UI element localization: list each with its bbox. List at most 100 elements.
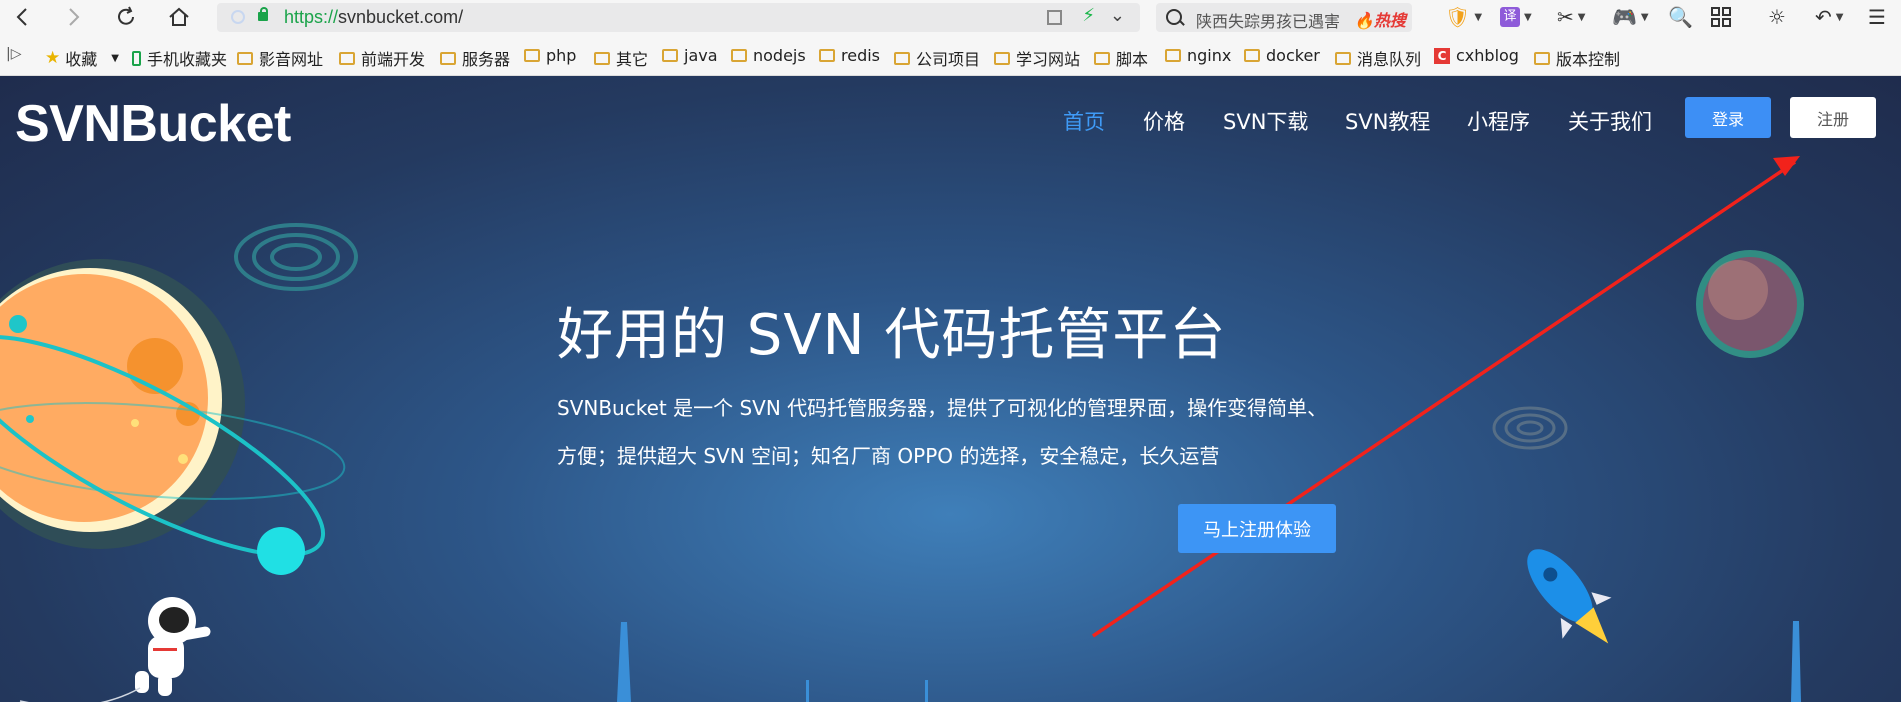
bookmark-folder[interactable]: 学习网站 xyxy=(994,46,1080,70)
folder-icon xyxy=(731,49,747,62)
bookmark-folder[interactable]: docker xyxy=(1244,46,1320,65)
search-icon xyxy=(1166,9,1182,25)
signup-cta-button[interactable]: 马上注册体验 xyxy=(1178,504,1336,553)
page-viewport: SVNBucket 首页 价格 SVN下载 SVN教程 小程序 关于我们 登录 … xyxy=(0,76,1901,702)
bookmark-label: 手机收藏夹 xyxy=(147,50,228,69)
bookmark-label: 影音网址 xyxy=(259,50,324,69)
address-bar[interactable]: https://svnbucket.com/ ⚡ ⌄ xyxy=(217,3,1140,32)
moon xyxy=(257,527,305,575)
nav-svn-tutorial[interactable]: SVN教程 xyxy=(1345,106,1430,136)
bookmark-cxhblog[interactable]: Ccxhblog xyxy=(1434,46,1519,65)
planet-crater xyxy=(127,338,183,394)
search-box[interactable]: 陕西失踪男孩已遇害 🔥热搜 xyxy=(1156,3,1412,32)
bookmark-folder[interactable]: nginx xyxy=(1165,46,1231,65)
folder-icon xyxy=(1165,49,1181,62)
qr-code-icon[interactable] xyxy=(1047,10,1062,25)
folder-icon xyxy=(1534,51,1550,65)
bookmark-folder[interactable]: php xyxy=(524,46,576,65)
undo-icon[interactable]: ↶ ▼ xyxy=(1815,3,1843,31)
phone-icon xyxy=(132,50,141,66)
login-button[interactable]: 登录 xyxy=(1685,97,1771,138)
folder-icon xyxy=(994,51,1010,65)
bookmark-folder[interactable]: 影音网址 xyxy=(237,46,323,70)
brightness-icon[interactable]: ☼ xyxy=(1768,3,1786,31)
register-button[interactable]: 注册 xyxy=(1790,97,1876,138)
home-icon[interactable] xyxy=(165,3,193,31)
bookmark-folder[interactable]: 前端开发 xyxy=(339,46,425,70)
bookmark-folder[interactable]: 其它 xyxy=(594,46,648,70)
bookmark-folder[interactable]: nodejs xyxy=(731,46,806,65)
bookmark-favorites[interactable]: ★ 收藏 ▼ xyxy=(45,46,119,70)
bookmark-label: php xyxy=(546,46,577,65)
caret-down-icon: ▼ xyxy=(111,52,119,64)
forward-icon[interactable] xyxy=(60,3,88,31)
url-text[interactable]: https://svnbucket.com/ xyxy=(284,7,463,28)
folder-icon xyxy=(594,51,610,65)
spiral-galaxy-left xyxy=(234,223,358,291)
rocket-icon xyxy=(1527,549,1612,644)
scissors-icon[interactable]: ✂ ▼ xyxy=(1557,3,1585,31)
planet-dot xyxy=(9,315,27,333)
sidebar-toggle-icon[interactable]: |▷ xyxy=(6,46,21,62)
bookmark-label: 服务器 xyxy=(462,50,511,69)
bookmark-label: 收藏 xyxy=(65,50,98,69)
hero-title: 好用的 SVN 代码托管平台 xyxy=(557,303,1227,368)
bookmark-label: 其它 xyxy=(616,50,649,69)
bookmark-label: 脚本 xyxy=(1116,50,1149,69)
grid-apps-icon[interactable] xyxy=(1710,3,1732,31)
folder-icon xyxy=(524,49,540,62)
antenna-towers xyxy=(617,621,1801,702)
menu-icon[interactable]: ☰ xyxy=(1868,3,1886,31)
bookmark-folder[interactable]: 服务器 xyxy=(440,46,510,70)
planet-dot xyxy=(26,415,34,423)
astronaut-icon xyxy=(19,597,211,702)
nav-about-us[interactable]: 关于我们 xyxy=(1568,106,1652,136)
bookmark-folder[interactable]: java xyxy=(662,46,718,65)
bookmark-folder[interactable]: 脚本 xyxy=(1094,46,1148,70)
planet-dot xyxy=(131,419,139,427)
nav-svn-download[interactable]: SVN下载 xyxy=(1223,106,1308,136)
hero-illustration xyxy=(0,156,1804,702)
back-icon[interactable] xyxy=(8,3,36,31)
bookmark-folder[interactable]: 公司项目 xyxy=(894,46,980,70)
nav-pricing[interactable]: 价格 xyxy=(1143,106,1185,136)
hero-description-line-1: SVNBucket 是一个 SVN 代码托管服务器，提供了可视化的管理界面，操作… xyxy=(557,396,1328,420)
bookmark-folder[interactable]: 消息队列 xyxy=(1335,46,1421,70)
bookmark-label: redis xyxy=(841,46,881,65)
search-suggestion[interactable]: 陕西失踪男孩已遇害 xyxy=(1196,8,1340,32)
folder-icon xyxy=(237,51,253,65)
bookmark-mobile[interactable]: 手机收藏夹 xyxy=(132,46,227,70)
folder-icon xyxy=(819,49,835,62)
hot-search-label: 热搜 xyxy=(1373,11,1406,30)
translate-icon[interactable]: 译 ▼ xyxy=(1500,3,1532,31)
hot-search-badge[interactable]: 🔥热搜 xyxy=(1354,7,1406,31)
game-icon[interactable]: 🎮 ▼ xyxy=(1612,3,1649,31)
lightning-icon[interactable]: ⚡ xyxy=(1082,5,1095,26)
hero-description-line-2: 方便；提供超大 SVN 空间；知名厂商 OPPO 的选择，安全稳定，长久运营 xyxy=(557,444,1220,468)
bookmark-label: nginx xyxy=(1187,46,1232,65)
nav-home[interactable]: 首页 xyxy=(1063,106,1105,136)
bookmark-label: java xyxy=(684,46,718,65)
url-protocol: https:// xyxy=(284,7,339,27)
shield-extension-icon[interactable]: 🛡 ▼ xyxy=(1445,3,1482,31)
folder-icon xyxy=(440,51,456,65)
star-icon: ★ xyxy=(45,48,61,68)
bookmark-label: docker xyxy=(1266,46,1320,65)
folder-icon xyxy=(894,51,910,65)
bookmark-folder[interactable]: 版本控制 xyxy=(1534,46,1620,70)
lock-icon xyxy=(258,7,268,21)
browser-toolbar: https://svnbucket.com/ ⚡ ⌄ 陕西失踪男孩已遇害 🔥热搜… xyxy=(0,0,1901,34)
folder-icon xyxy=(339,51,355,65)
nav-mini-program[interactable]: 小程序 xyxy=(1467,106,1530,136)
bookmarks-bar: |▷ ★ 收藏 ▼ 手机收藏夹 影音网址 前端开发 服务器 php 其它 java … xyxy=(0,34,1901,76)
bookmark-label: 公司项目 xyxy=(916,50,981,69)
chevron-down-icon[interactable]: ⌄ xyxy=(1110,5,1125,26)
bookmark-folder[interactable]: redis xyxy=(819,46,880,65)
magnifier-icon[interactable]: 🔍 xyxy=(1668,3,1693,31)
bookmark-label: 版本控制 xyxy=(1556,50,1621,69)
site-logo[interactable]: SVNBucket xyxy=(15,94,291,154)
reload-icon[interactable] xyxy=(112,3,140,31)
folder-icon xyxy=(1335,51,1351,65)
bookmark-label: nodejs xyxy=(753,46,806,65)
folder-icon xyxy=(662,49,678,62)
